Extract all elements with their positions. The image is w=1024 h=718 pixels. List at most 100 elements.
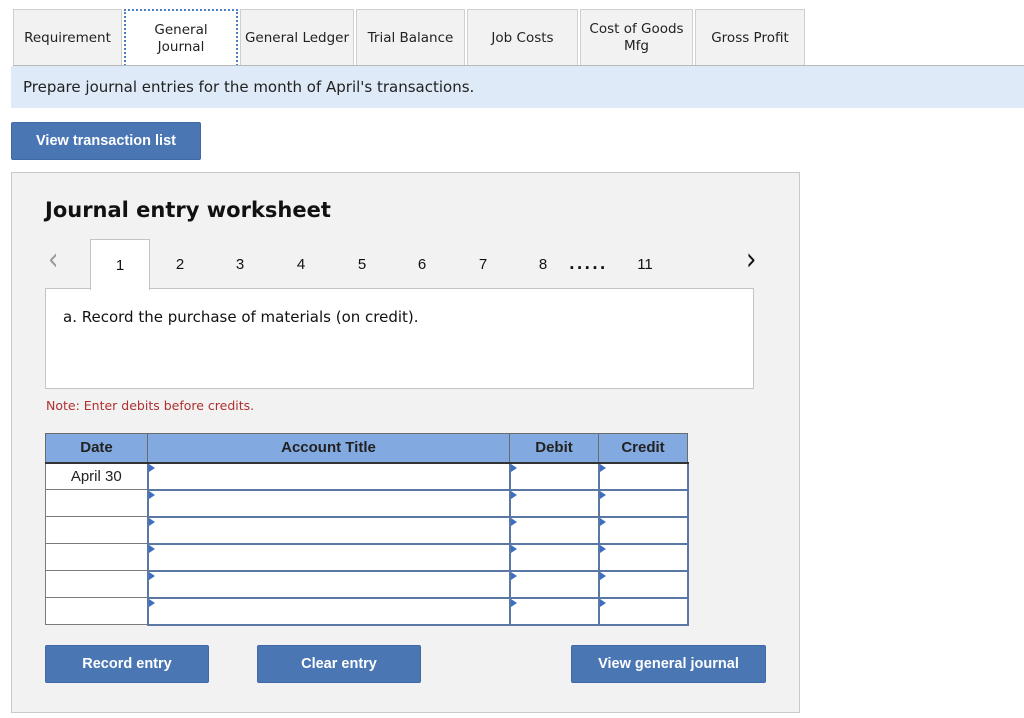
table-row	[45, 542, 689, 572]
credit-input[interactable]	[599, 544, 687, 570]
tab-gross-profit[interactable]: Gross Profit	[695, 9, 805, 66]
debit-input[interactable]	[510, 544, 598, 570]
account-title-cell	[146, 596, 511, 626]
debit-input[interactable]	[510, 517, 598, 543]
tab-general-ledger[interactable]: General Ledger	[240, 9, 354, 66]
debit-cell	[508, 569, 600, 599]
chevron-left-icon[interactable]: ‹	[48, 242, 58, 278]
tab-job-costs[interactable]: Job Costs	[467, 9, 578, 66]
pager-item-7[interactable]: 7	[453, 239, 513, 289]
dropdown-flag-icon	[510, 490, 517, 499]
date-cell	[45, 543, 148, 571]
dropdown-flag-icon	[510, 517, 517, 526]
table-row	[45, 515, 689, 545]
account-title-cell	[146, 488, 511, 518]
clear-entry-button[interactable]: Clear entry	[257, 645, 421, 683]
account-title-input[interactable]	[148, 463, 509, 489]
debit-input[interactable]	[510, 490, 598, 516]
instruction-banner: Prepare journal entries for the month of…	[11, 66, 1024, 108]
table-row	[45, 488, 689, 518]
tab-bar: Requirement General Journal General Ledg…	[13, 9, 807, 66]
account-title-input[interactable]	[148, 490, 509, 516]
tab-trial-balance[interactable]: Trial Balance	[356, 9, 465, 66]
account-title-input[interactable]	[148, 544, 509, 570]
account-title-input[interactable]	[148, 517, 509, 543]
credit-input[interactable]	[599, 517, 687, 543]
pager-item-1[interactable]: 1	[90, 239, 150, 290]
dropdown-flag-icon	[148, 490, 155, 499]
dropdown-flag-icon	[599, 463, 606, 472]
table-row	[45, 596, 689, 626]
entry-note: Note: Enter debits before credits.	[46, 398, 255, 413]
pager-item-4[interactable]: 4	[271, 239, 331, 289]
debit-input[interactable]	[510, 598, 598, 624]
record-entry-button[interactable]: Record entry	[45, 645, 209, 683]
credit-cell	[597, 515, 689, 545]
transaction-description-box: a. Record the purchase of materials (on …	[45, 288, 754, 389]
pager-item-3[interactable]: 3	[210, 239, 270, 289]
debit-input[interactable]	[510, 571, 598, 597]
debit-cell	[508, 542, 600, 572]
account-title-input[interactable]	[148, 598, 509, 624]
date-cell	[45, 597, 148, 625]
dropdown-flag-icon	[599, 517, 606, 526]
dropdown-flag-icon	[510, 544, 517, 553]
chevron-right-icon[interactable]: ›	[746, 242, 756, 278]
journal-entry-table: Date Account Title Debit Credit April 30	[45, 433, 689, 626]
dropdown-flag-icon	[510, 463, 517, 472]
dropdown-flag-icon	[148, 463, 155, 472]
date-cell	[45, 516, 148, 544]
dropdown-flag-icon	[599, 571, 606, 580]
view-transaction-list-button[interactable]: View transaction list	[11, 122, 201, 160]
header-date: Date	[45, 433, 148, 464]
dropdown-flag-icon	[599, 598, 606, 607]
table-row: April 30	[45, 461, 689, 491]
dropdown-flag-icon	[510, 571, 517, 580]
pager-ellipsis: .....	[569, 255, 608, 273]
pager-item-6[interactable]: 6	[392, 239, 452, 289]
pager-item-11[interactable]: 11	[615, 239, 675, 289]
dropdown-flag-icon	[599, 544, 606, 553]
date-cell: April 30	[45, 462, 148, 490]
journal-entry-worksheet: Journal entry worksheet ‹ 1 2 3 4 5 6 7 …	[11, 172, 800, 713]
tab-cost-of-goods-mfg[interactable]: Cost of Goods Mfg	[580, 9, 693, 66]
credit-cell	[597, 542, 689, 572]
dropdown-flag-icon	[510, 598, 517, 607]
account-title-cell	[146, 542, 511, 572]
dropdown-flag-icon	[148, 544, 155, 553]
pager-item-2[interactable]: 2	[150, 239, 210, 289]
account-title-cell	[146, 461, 511, 491]
date-cell	[45, 489, 148, 517]
header-credit: Credit	[598, 433, 688, 464]
debit-cell	[508, 488, 600, 518]
debit-input[interactable]	[510, 463, 598, 489]
credit-cell	[597, 596, 689, 626]
instruction-text: Prepare journal entries for the month of…	[23, 78, 475, 96]
account-title-cell	[146, 569, 511, 599]
credit-input[interactable]	[599, 490, 687, 516]
dropdown-flag-icon	[148, 571, 155, 580]
account-title-input[interactable]	[148, 571, 509, 597]
dropdown-flag-icon	[599, 490, 606, 499]
pager-item-8[interactable]: 8	[513, 239, 573, 289]
transaction-description: a. Record the purchase of materials (on …	[63, 308, 419, 326]
credit-input[interactable]	[599, 463, 687, 489]
credit-cell	[597, 461, 689, 491]
account-title-cell	[146, 515, 511, 545]
tab-general-journal[interactable]: General Journal	[124, 9, 238, 66]
header-account-title: Account Title	[147, 433, 510, 464]
table-row	[45, 569, 689, 599]
debit-cell	[508, 461, 600, 491]
dropdown-flag-icon	[148, 598, 155, 607]
header-debit: Debit	[509, 433, 599, 464]
tab-requirement[interactable]: Requirement	[13, 9, 122, 66]
pager-item-5[interactable]: 5	[332, 239, 392, 289]
credit-cell	[597, 569, 689, 599]
credit-input[interactable]	[599, 598, 687, 624]
entry-pager: ‹ 1 2 3 4 5 6 7 8 ..... 11 ›	[12, 239, 801, 290]
worksheet-title: Journal entry worksheet	[45, 198, 331, 222]
view-general-journal-button[interactable]: View general journal	[571, 645, 766, 683]
credit-input[interactable]	[599, 571, 687, 597]
credit-cell	[597, 488, 689, 518]
debit-cell	[508, 596, 600, 626]
